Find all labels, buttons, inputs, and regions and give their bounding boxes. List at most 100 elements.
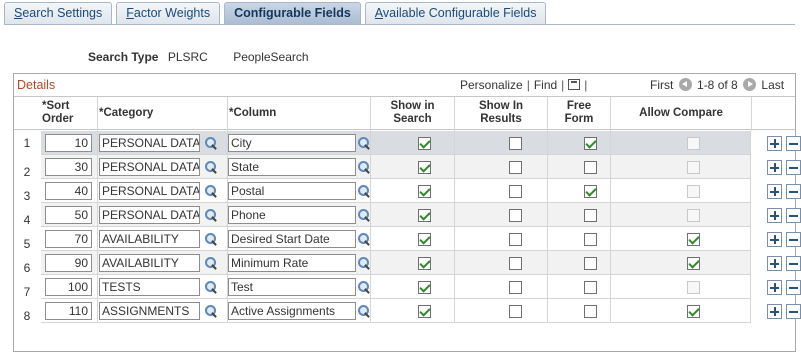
add-row-button[interactable]: [767, 256, 782, 271]
category-lookup-icon[interactable]: [204, 280, 218, 294]
show-in-results-checkbox[interactable]: [509, 281, 522, 294]
column-lookup-icon[interactable]: [357, 160, 371, 174]
header-free-form[interactable]: Free Form: [547, 97, 610, 131]
tab-configurable-fields[interactable]: Configurable Fields: [224, 2, 361, 25]
add-row-button[interactable]: [767, 184, 782, 199]
delete-row-button[interactable]: [786, 208, 801, 223]
show-in-search-checkbox[interactable]: [418, 257, 431, 270]
table-row[interactable]: 10 PERSONAL DATA City: [41, 131, 801, 155]
show-in-search-checkbox[interactable]: [418, 233, 431, 246]
header-column[interactable]: *Column: [227, 97, 370, 131]
show-in-results-checkbox[interactable]: [509, 185, 522, 198]
category-input[interactable]: PERSONAL DATA: [99, 206, 200, 224]
category-lookup-icon[interactable]: [204, 136, 218, 150]
delete-row-button[interactable]: [786, 136, 801, 151]
next-page-icon[interactable]: [743, 78, 757, 91]
sort-order-input[interactable]: 110: [45, 302, 92, 320]
header-show-in-results[interactable]: Show In Results: [454, 97, 547, 131]
column-lookup-icon[interactable]: [357, 304, 371, 318]
delete-row-button[interactable]: [786, 232, 801, 247]
free-form-checkbox[interactable]: [584, 233, 597, 246]
free-form-checkbox[interactable]: [584, 305, 597, 318]
column-input[interactable]: Active Assignments: [228, 302, 356, 320]
show-in-results-checkbox[interactable]: [509, 161, 522, 174]
previous-page-icon[interactable]: [678, 78, 692, 91]
free-form-checkbox[interactable]: [584, 185, 597, 198]
free-form-checkbox[interactable]: [584, 161, 597, 174]
category-lookup-icon[interactable]: [204, 304, 218, 318]
category-lookup-icon[interactable]: [204, 256, 218, 270]
category-lookup-icon[interactable]: [204, 208, 218, 222]
category-lookup-icon[interactable]: [204, 232, 218, 246]
add-row-button[interactable]: [767, 232, 782, 247]
sort-order-input[interactable]: 70: [45, 230, 92, 248]
show-in-results-checkbox[interactable]: [509, 233, 522, 246]
sort-order-input[interactable]: 30: [45, 158, 92, 176]
personalize-link[interactable]: Personalize: [460, 78, 523, 92]
table-row[interactable]: 100 TESTS Test: [41, 275, 801, 299]
show-in-search-checkbox[interactable]: [418, 137, 431, 150]
column-lookup-icon[interactable]: [357, 184, 371, 198]
column-input[interactable]: Test: [228, 278, 356, 296]
add-row-button[interactable]: [767, 304, 782, 319]
show-in-search-checkbox[interactable]: [418, 305, 431, 318]
column-lookup-icon[interactable]: [357, 208, 371, 222]
category-input[interactable]: TESTS: [99, 278, 200, 296]
allow-compare-checkbox[interactable]: [687, 233, 700, 246]
column-input[interactable]: City: [228, 134, 356, 152]
category-lookup-icon[interactable]: [204, 160, 218, 174]
column-lookup-icon[interactable]: [357, 232, 371, 246]
free-form-checkbox[interactable]: [584, 209, 597, 222]
allow-compare-checkbox[interactable]: [687, 257, 700, 270]
sort-order-input[interactable]: 10: [45, 134, 92, 152]
show-in-search-checkbox[interactable]: [418, 185, 431, 198]
tab-search-settings[interactable]: Search Settings: [4, 2, 113, 24]
sort-order-input[interactable]: 100: [45, 278, 92, 296]
header-show-in-search[interactable]: Show in Search: [370, 97, 454, 131]
view-all-icon[interactable]: [568, 79, 581, 90]
delete-row-button[interactable]: [786, 184, 801, 199]
header-allow-compare[interactable]: Allow Compare: [610, 97, 751, 131]
show-in-search-checkbox[interactable]: [418, 161, 431, 174]
table-row[interactable]: 40 PERSONAL DATA Postal: [41, 179, 801, 203]
category-input[interactable]: AVAILABILITY: [99, 230, 200, 248]
sort-order-input[interactable]: 40: [45, 182, 92, 200]
add-row-button[interactable]: [767, 208, 782, 223]
table-row[interactable]: 70 AVAILABILITY Desired Start Date: [41, 227, 801, 251]
show-in-results-checkbox[interactable]: [509, 137, 522, 150]
find-link[interactable]: Find: [534, 78, 557, 92]
column-lookup-icon[interactable]: [357, 136, 371, 150]
delete-row-button[interactable]: [786, 160, 801, 175]
add-row-button[interactable]: [767, 160, 782, 175]
free-form-checkbox[interactable]: [584, 281, 597, 294]
show-in-results-checkbox[interactable]: [509, 305, 522, 318]
column-lookup-icon[interactable]: [357, 256, 371, 270]
table-row[interactable]: 30 PERSONAL DATA State: [41, 155, 801, 179]
column-input[interactable]: Postal: [228, 182, 356, 200]
show-in-search-checkbox[interactable]: [418, 209, 431, 222]
free-form-checkbox[interactable]: [584, 137, 597, 150]
category-input[interactable]: ASSIGNMENTS: [99, 302, 200, 320]
category-input[interactable]: PERSONAL DATA: [99, 134, 200, 152]
show-in-search-checkbox[interactable]: [418, 281, 431, 294]
add-row-button[interactable]: [767, 136, 782, 151]
column-input[interactable]: Phone: [228, 206, 356, 224]
category-input[interactable]: AVAILABILITY: [99, 254, 200, 272]
header-category[interactable]: *Category: [97, 97, 227, 131]
table-row[interactable]: 110 ASSIGNMENTS Active Assignments: [41, 299, 801, 323]
category-input[interactable]: PERSONAL DATA: [99, 158, 200, 176]
sort-order-input[interactable]: 50: [45, 206, 92, 224]
delete-row-button[interactable]: [786, 280, 801, 295]
category-lookup-icon[interactable]: [204, 184, 218, 198]
show-in-results-checkbox[interactable]: [509, 209, 522, 222]
table-row[interactable]: 50 PERSONAL DATA Phone: [41, 203, 801, 227]
column-input[interactable]: Minimum Rate: [228, 254, 356, 272]
delete-row-button[interactable]: [786, 256, 801, 271]
header-sort-order[interactable]: *Sort Order: [41, 97, 97, 131]
free-form-checkbox[interactable]: [584, 257, 597, 270]
allow-compare-checkbox[interactable]: [687, 305, 700, 318]
sort-order-input[interactable]: 90: [45, 254, 92, 272]
tab-factor-weights[interactable]: Factor Weights: [116, 2, 221, 24]
delete-row-button[interactable]: [786, 304, 801, 319]
add-row-button[interactable]: [767, 280, 782, 295]
